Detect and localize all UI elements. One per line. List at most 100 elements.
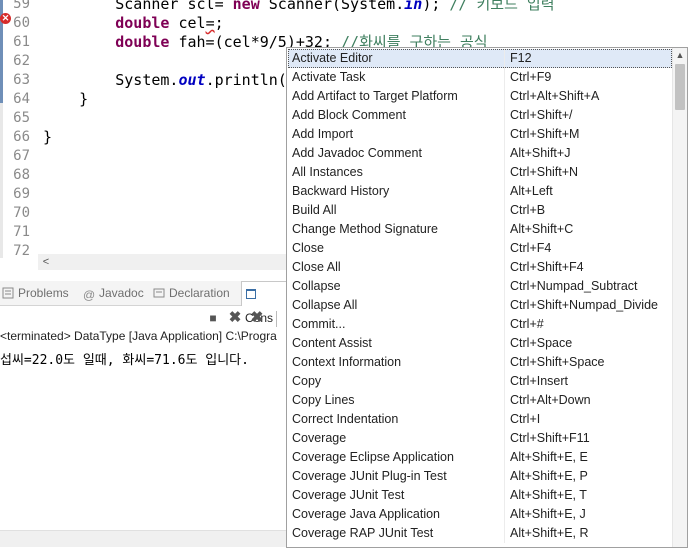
scroll-left-icon[interactable]: <	[38, 254, 54, 270]
column-divider	[504, 334, 505, 353]
toolbar-divider	[276, 311, 277, 327]
command-item[interactable]: Correct Indentation Ctrl+I	[288, 410, 672, 429]
console-horizontal-scrollbar[interactable]	[0, 530, 288, 547]
key-binding: Alt+Shift+E, R	[510, 526, 589, 540]
column-divider	[504, 144, 505, 163]
command-name: Coverage RAP JUnit Test	[292, 526, 434, 540]
code-token: Scanner scl=	[115, 0, 233, 13]
tab-problems[interactable]: Problems	[2, 281, 69, 305]
error-icon[interactable]: ✕	[0, 13, 11, 24]
column-divider	[504, 220, 505, 239]
command-item[interactable]: Add Javadoc Comment Alt+Shift+J	[288, 144, 672, 163]
command-item[interactable]: Coverage JUnit Plug-in Test Alt+Shift+E, …	[288, 467, 672, 486]
command-item[interactable]: Coverage Java Application Alt+Shift+E, J	[288, 505, 672, 524]
command-name: Close All	[292, 260, 341, 274]
key-binding: Ctrl+#	[510, 317, 544, 331]
command-item[interactable]: Collapse Ctrl+Numpad_Subtract	[288, 277, 672, 296]
command-name: Context Information	[292, 355, 402, 369]
command-item[interactable]: Activate Task Ctrl+F9	[288, 68, 672, 87]
code-line[interactable]: System.out.println(	[43, 71, 287, 90]
code-line[interactable]: double cel=;	[43, 14, 223, 33]
line-number: 67	[13, 148, 30, 164]
scroll-up-icon[interactable]: ▲	[673, 48, 687, 62]
code-token: in	[404, 0, 423, 13]
command-item[interactable]: Close Ctrl+F4	[288, 239, 672, 258]
column-divider	[504, 68, 505, 87]
command-item[interactable]: Copy Lines Ctrl+Alt+Down	[288, 391, 672, 410]
editor-horizontal-scrollbar[interactable]: <	[38, 254, 288, 270]
command-item[interactable]: Add Block Comment Ctrl+Shift+/	[288, 106, 672, 125]
console-toolbar: ■ ✖ ✖	[200, 307, 288, 329]
key-binding: Ctrl+Numpad_Subtract	[510, 279, 638, 293]
command-name: Content Assist	[292, 336, 372, 350]
column-divider	[504, 372, 505, 391]
key-binding: Ctrl+Alt+Shift+A	[510, 89, 600, 103]
tab-javadoc[interactable]: @ Javadoc	[83, 281, 144, 305]
code-line[interactable]: }	[43, 90, 88, 109]
key-binding: Alt+Shift+C	[510, 222, 574, 236]
command-item[interactable]: Add Artifact to Target Platform Ctrl+Alt+…	[288, 87, 672, 106]
command-name: Change Method Signature	[292, 222, 438, 236]
terminate-icon[interactable]: ■	[204, 309, 222, 327]
command-item[interactable]: Build All Ctrl+B	[288, 201, 672, 220]
column-divider	[504, 486, 505, 505]
code-line[interactable]: Scanner scl= new Scanner(System.in); // …	[43, 0, 554, 14]
remove-all-terminated-icon[interactable]: ✖	[248, 309, 266, 327]
key-binding: Ctrl+Shift+Numpad_Divide	[510, 298, 658, 312]
command-item[interactable]: Coverage RAP JUnit Test Alt+Shift+E, R	[288, 524, 672, 543]
command-name: Add Import	[292, 127, 354, 141]
console-output[interactable]: 섭씨=22.0도 일때, 화씨=71.6도 입니다.	[0, 349, 249, 368]
line-number: 69	[13, 186, 30, 202]
line-number: 61	[13, 34, 30, 50]
code-token: cel	[169, 14, 206, 32]
command-item[interactable]: Coverage Eclipse Application Alt+Shift+E,…	[288, 448, 672, 467]
column-divider	[504, 429, 505, 448]
command-item[interactable]: Change Method Signature Alt+Shift+C	[288, 220, 672, 239]
column-divider	[504, 239, 505, 258]
column-divider	[504, 391, 505, 410]
command-item[interactable]: Coverage JUnit Test Alt+Shift+E, T	[288, 486, 672, 505]
column-divider	[504, 410, 505, 429]
command-name: Commit...	[292, 317, 346, 331]
tab-declaration[interactable]: Declaration	[153, 281, 230, 305]
at-icon: @	[83, 288, 96, 302]
column-divider	[504, 296, 505, 315]
command-item[interactable]: Context Information Ctrl+Shift+Space	[288, 353, 672, 372]
column-divider	[504, 201, 505, 220]
command-name: Correct Indentation	[292, 412, 399, 426]
code-line[interactable]: }	[43, 128, 52, 147]
column-divider	[504, 467, 505, 486]
command-item[interactable]: Coverage Ctrl+Shift+F11	[288, 429, 672, 448]
tab-console[interactable]: Cons	[241, 281, 288, 325]
key-binding: Alt+Shift+J	[510, 146, 571, 160]
command-item[interactable]: Copy Ctrl+Insert	[288, 372, 672, 391]
command-name: Coverage JUnit Test	[292, 488, 405, 502]
popup-vertical-scrollbar[interactable]: ▲	[672, 48, 687, 547]
command-item[interactable]: Activate Editor F12	[288, 49, 672, 68]
command-name: Coverage Eclipse Application	[292, 450, 454, 464]
key-binding: Ctrl+Shift+Space	[510, 355, 605, 369]
command-item[interactable]: Backward History Alt+Left	[288, 182, 672, 201]
line-number: 72	[13, 243, 30, 259]
column-divider	[504, 315, 505, 334]
command-item[interactable]: Commit... Ctrl+#	[288, 315, 672, 334]
column-divider	[504, 106, 505, 125]
command-name: Add Block Comment	[292, 108, 406, 122]
column-divider	[504, 163, 505, 182]
command-item[interactable]: All Instances Ctrl+Shift+N	[288, 163, 672, 182]
code-token: =	[205, 14, 215, 32]
key-assist-popup[interactable]: Activate Editor F12 Activate Task Ctrl+F9 Ad…	[286, 47, 688, 548]
key-binding: Ctrl+Shift+F4	[510, 260, 584, 274]
scroll-thumb[interactable]	[675, 64, 685, 110]
key-binding: Ctrl+Alt+Down	[510, 393, 591, 407]
command-item[interactable]: Content Assist Ctrl+Space	[288, 334, 672, 353]
remove-launch-icon[interactable]: ✖	[226, 309, 244, 327]
command-item[interactable]: Collapse All Ctrl+Shift+Numpad_Divide	[288, 296, 672, 315]
command-item[interactable]: Add Import Ctrl+Shift+M	[288, 125, 672, 144]
command-item[interactable]: Close All Ctrl+Shift+F4	[288, 258, 672, 277]
column-divider	[504, 353, 505, 372]
key-binding: Ctrl+Shift+/	[510, 108, 573, 122]
